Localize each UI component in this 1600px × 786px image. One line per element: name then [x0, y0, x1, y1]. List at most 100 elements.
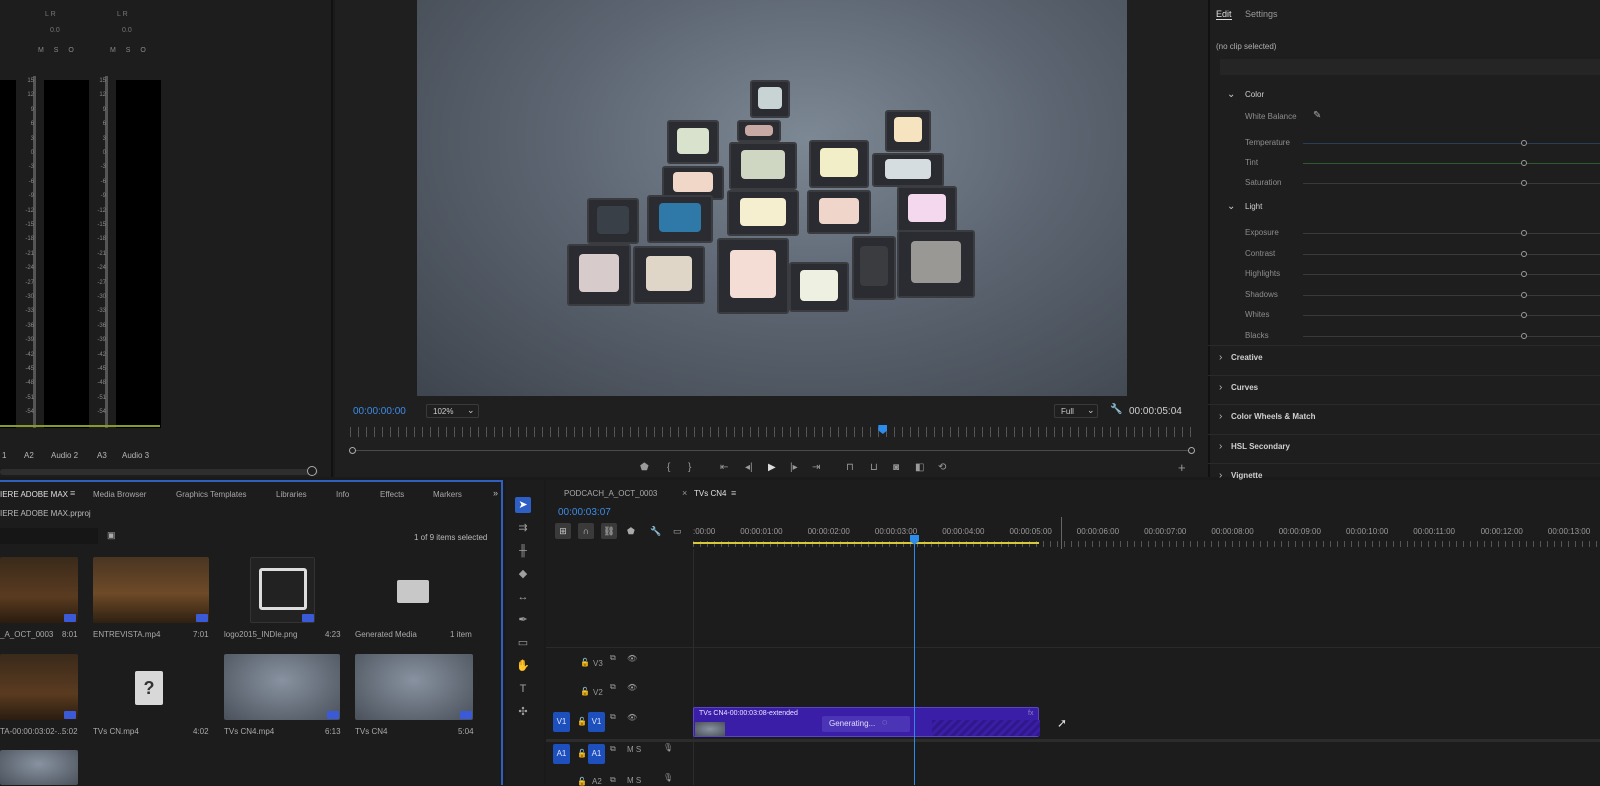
horizontal-scrollbar[interactable]: [0, 469, 318, 475]
chevron-right-icon[interactable]: ›: [1219, 352, 1222, 363]
extract-icon[interactable]: ⊔: [870, 462, 878, 473]
step-forward-icon[interactable]: |▸: [790, 462, 798, 473]
chevron-right-icon[interactable]: ›: [1219, 441, 1222, 452]
ripple-edit-tool-icon[interactable]: ╫: [515, 543, 531, 559]
eye-icon[interactable]: 👁: [627, 683, 637, 692]
sync-lock-icon[interactable]: ⧉: [610, 653, 616, 663]
whites-slider[interactable]: [1303, 315, 1600, 316]
camera-icon[interactable]: ◙: [893, 462, 899, 473]
mute-solo-buttons[interactable]: M S O: [110, 47, 150, 54]
sync-lock-icon[interactable]: ⧉: [610, 744, 616, 754]
mute-solo-buttons[interactable]: M S: [627, 745, 641, 754]
selection-tool-icon[interactable]: ➤: [515, 497, 531, 513]
timeline-clip[interactable]: TVs CN4-00:00:03:08-extended Generating.…: [693, 707, 1040, 737]
playhead-line[interactable]: [914, 540, 915, 785]
linked-selection-icon[interactable]: ⛓: [601, 523, 617, 539]
section-color[interactable]: Color: [1245, 90, 1264, 99]
item-name[interactable]: Generated Media: [355, 630, 417, 639]
snap-icon[interactable]: ∩: [578, 523, 594, 539]
overflow-icon[interactable]: »: [493, 488, 498, 498]
highlights-slider[interactable]: [1303, 274, 1600, 275]
timeline-timecode[interactable]: 00:00:03:07: [558, 507, 611, 518]
chevron-down-icon[interactable]: ⌄: [1227, 89, 1235, 100]
blacks-slider[interactable]: [1303, 335, 1600, 337]
slider-knob[interactable]: [1521, 291, 1527, 298]
tab-project[interactable]: IERE ADOBE MAX: [0, 490, 68, 499]
panel-menu-icon[interactable]: ≡: [731, 488, 736, 498]
eye-icon[interactable]: 👁: [627, 654, 637, 663]
item-name[interactable]: TVs CN4: [355, 727, 387, 736]
nest-toggle-icon[interactable]: ⊞: [555, 523, 571, 539]
current-timecode[interactable]: 00:00:00:00: [353, 406, 406, 417]
sync-lock-icon[interactable]: ⧉: [610, 712, 616, 722]
section-hsl-secondary[interactable]: HSL Secondary: [1231, 442, 1290, 451]
eye-icon[interactable]: 👁: [627, 713, 637, 722]
slider-knob[interactable]: [1521, 271, 1527, 277]
item-name[interactable]: _A_OCT_0003: [0, 630, 53, 639]
sync-lock-icon[interactable]: ⧉: [610, 682, 616, 692]
add-marker-icon[interactable]: ⬟: [640, 462, 649, 473]
lift-icon[interactable]: ⊓: [846, 462, 854, 473]
search-input[interactable]: [0, 528, 98, 544]
temperature-slider[interactable]: [1303, 143, 1600, 144]
mark-out-icon[interactable]: }: [688, 462, 691, 473]
step-back-icon[interactable]: ◂|: [745, 462, 753, 473]
tab-graphics-templates[interactable]: Graphics Templates: [176, 490, 247, 499]
video-frame[interactable]: [417, 0, 1127, 396]
microphone-icon[interactable]: 🎙: [663, 743, 673, 752]
scroll-handle[interactable]: [307, 466, 317, 476]
clip-thumbnail[interactable]: [224, 654, 340, 720]
slider-knob[interactable]: [1521, 180, 1527, 186]
clip-thumbnail[interactable]: [0, 750, 78, 785]
lock-icon[interactable]: 🔓: [577, 749, 587, 758]
close-icon[interactable]: ×: [682, 488, 687, 498]
eyedropper-icon[interactable]: ✎: [1313, 110, 1321, 121]
zoom-scrollbar[interactable]: [352, 450, 1194, 451]
go-to-out-icon[interactable]: ⇥: [812, 462, 820, 473]
pan-value[interactable]: 0.0: [50, 27, 60, 34]
razor-tool-icon[interactable]: ◆: [515, 566, 531, 582]
contrast-slider[interactable]: [1303, 253, 1600, 255]
slider-knob[interactable]: [1521, 140, 1527, 146]
work-area-bar[interactable]: [693, 542, 1039, 544]
item-name[interactable]: logo2015_INDIe.png: [224, 630, 297, 639]
section-curves[interactable]: Curves: [1231, 383, 1258, 392]
source-patch-a1[interactable]: A1: [553, 744, 570, 764]
zoom-select[interactable]: 102% ⌄: [426, 404, 479, 418]
tab-effects[interactable]: Effects: [380, 490, 404, 499]
tint-slider[interactable]: [1303, 163, 1600, 164]
lock-icon[interactable]: 🔓: [580, 687, 590, 696]
time-ruler[interactable]: [350, 427, 1195, 437]
play-icon[interactable]: ▶: [768, 462, 776, 473]
tab-markers[interactable]: Markers: [433, 490, 462, 499]
folder-icon[interactable]: [397, 580, 429, 603]
slider-knob[interactable]: [1521, 312, 1527, 318]
tab-libraries[interactable]: Libraries: [276, 490, 307, 499]
tab-edit[interactable]: Edit: [1216, 9, 1232, 20]
section-vignette[interactable]: Vignette: [1231, 471, 1262, 480]
clip-select[interactable]: [1220, 59, 1600, 75]
saturation-slider[interactable]: [1303, 183, 1600, 184]
slider-knob[interactable]: [1521, 230, 1527, 236]
sync-lock-icon[interactable]: ⧉: [610, 775, 616, 785]
channel-name[interactable]: Audio 2: [51, 451, 78, 460]
slider-knob[interactable]: [1521, 332, 1527, 339]
proxy-icon[interactable]: ⟲: [938, 462, 946, 473]
track-target-a1[interactable]: A1: [588, 744, 605, 764]
chevron-right-icon[interactable]: ›: [1219, 382, 1222, 393]
pen-tool-icon[interactable]: ✒: [515, 612, 531, 628]
new-bin-icon[interactable]: ▣: [107, 530, 116, 541]
wrench-icon[interactable]: 🔧: [1110, 404, 1122, 415]
track-target-v1[interactable]: V1: [588, 712, 605, 732]
rectangle-tool-icon[interactable]: ▭: [515, 635, 531, 651]
shadows-slider[interactable]: [1303, 294, 1600, 296]
channel-name[interactable]: Audio 3: [122, 451, 149, 460]
add-button-icon[interactable]: +: [1178, 460, 1186, 475]
type-tool-icon[interactable]: T: [515, 681, 531, 697]
generative-tool-icon[interactable]: ✣: [515, 704, 531, 720]
hand-tool-icon[interactable]: ✋: [515, 658, 531, 674]
scroll-handle[interactable]: [1188, 447, 1195, 454]
exposure-slider[interactable]: [1303, 233, 1600, 234]
tab-settings[interactable]: Settings: [1245, 9, 1278, 19]
chevron-down-icon[interactable]: ⌄: [1227, 201, 1235, 212]
